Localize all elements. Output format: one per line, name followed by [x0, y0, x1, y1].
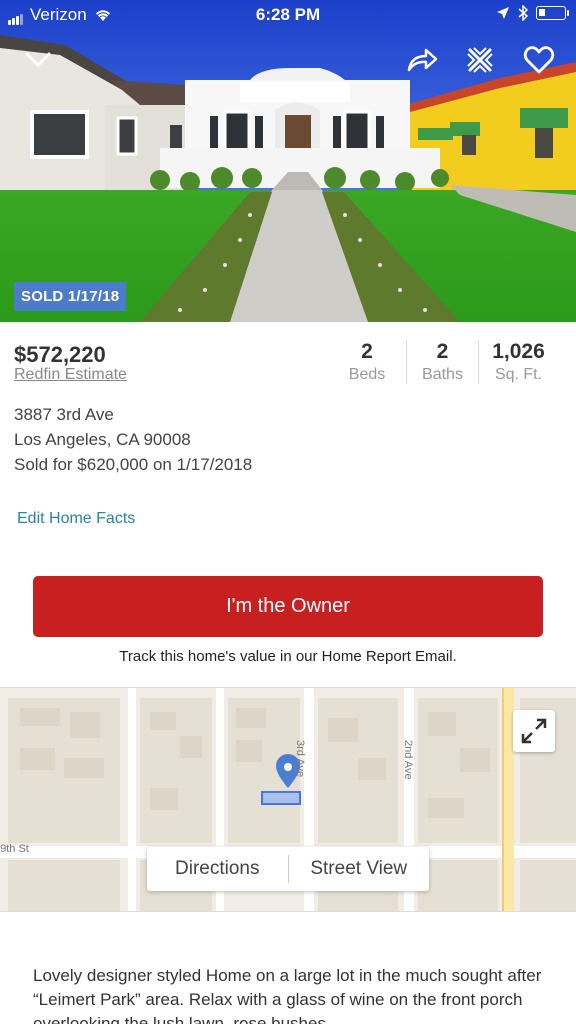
- sold-badge: SOLD 1/17/18: [14, 282, 127, 311]
- owner-subtext: Track this home's value in our Home Repo…: [119, 648, 457, 665]
- address-line1: 3887 3rd Ave: [14, 405, 114, 424]
- street-label-3rd-ave: 3rd Ave: [294, 740, 306, 778]
- location-arrow-icon: [497, 7, 509, 19]
- street-label-2nd-ave: 2nd Ave: [402, 740, 414, 780]
- sqft-label: Sq. Ft.: [494, 366, 543, 383]
- directions-button[interactable]: Directions: [147, 847, 288, 891]
- battery-icon: [536, 6, 569, 20]
- baths-value: 2: [436, 340, 449, 363]
- listing-photo[interactable]: Verizon 6:28 PM SOLD 1/17/18: [0, 0, 576, 322]
- chevron-down-icon[interactable]: [20, 42, 56, 78]
- street-view-button[interactable]: Street View: [289, 847, 430, 891]
- stat-beds: 2 Beds: [328, 340, 406, 384]
- status-time: 6:28 PM: [255, 5, 321, 24]
- address-block: 3887 3rd Ave Los Angeles, CA 90008 Sold …: [14, 402, 252, 477]
- share-icon[interactable]: [404, 42, 440, 78]
- price: $572,220: [14, 342, 106, 367]
- map-toolbar: Directions Street View: [147, 847, 429, 891]
- beds-value: 2: [361, 340, 373, 363]
- im-the-owner-button[interactable]: I'm the Owner: [33, 576, 543, 637]
- street-label-39th-st: 39th St: [0, 843, 29, 855]
- bluetooth-icon: [518, 5, 528, 21]
- home-stats: 2 Beds 2 Baths 1,026 Sq. Ft.: [328, 340, 558, 384]
- heart-icon[interactable]: [521, 42, 557, 78]
- address-line2: Los Angeles, CA 90008: [14, 430, 191, 449]
- redfin-estimate-link[interactable]: Redfin Estimate: [14, 366, 127, 384]
- stat-baths: 2 Baths: [406, 340, 478, 384]
- beds-label: Beds: [348, 366, 386, 383]
- hide-icon[interactable]: [462, 42, 498, 78]
- hero-actions: [0, 42, 576, 82]
- sqft-value: 1,026: [492, 340, 545, 363]
- status-bar: Verizon 6:28 PM: [0, 0, 576, 32]
- listing-description: Lovely designer styled Home on a large l…: [33, 966, 542, 1024]
- map-view[interactable]: 3rd Ave 2nd Ave 39th St Directions Stree…: [0, 687, 576, 912]
- edit-home-facts-link[interactable]: Edit Home Facts: [17, 510, 135, 528]
- expand-map-button[interactable]: [513, 710, 555, 752]
- status-right: [496, 5, 569, 21]
- expand-icon: [521, 718, 547, 744]
- baths-label: Baths: [422, 366, 463, 383]
- stat-sqft: 1,026 Sq. Ft.: [478, 340, 558, 384]
- sold-price-text: Sold for $620,000 on 1/17/2018: [14, 455, 253, 474]
